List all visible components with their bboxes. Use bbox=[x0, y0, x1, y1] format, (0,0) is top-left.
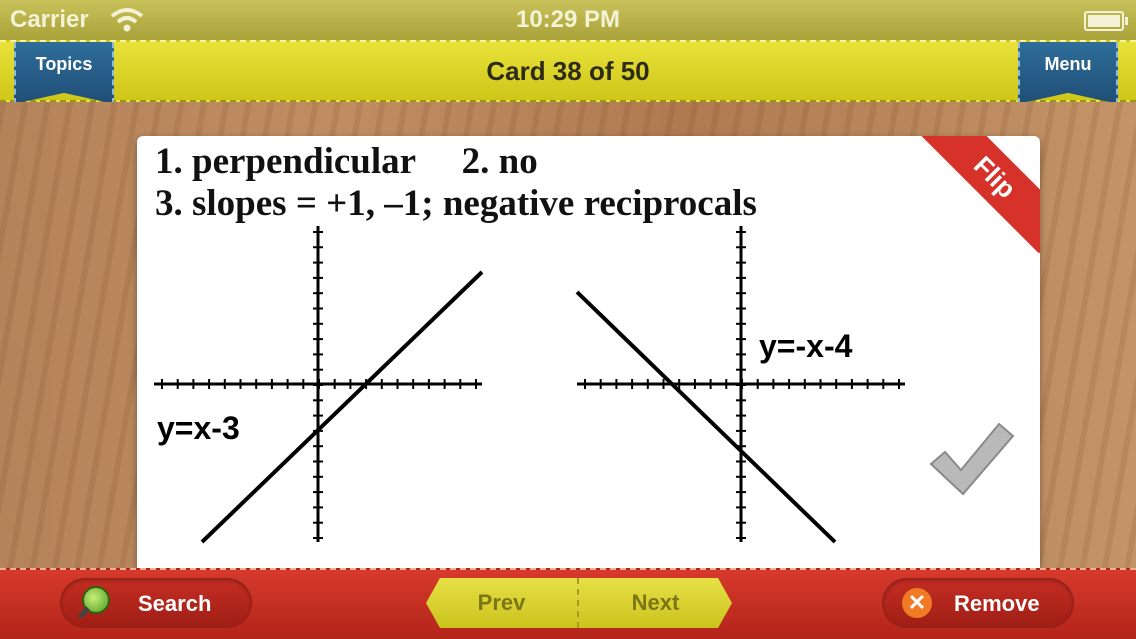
menu-button[interactable]: Menu bbox=[1018, 42, 1118, 104]
topics-button[interactable]: Topics bbox=[14, 42, 114, 104]
top-nav: Card 38 of 50 Topics Menu bbox=[0, 40, 1136, 104]
left-graph-label: y=x-3 bbox=[157, 410, 240, 446]
prev-button[interactable]: Prev bbox=[426, 578, 579, 628]
status-time: 10:29 PM bbox=[515, 6, 621, 33]
left-graph-line bbox=[200, 270, 484, 544]
search-button[interactable]: Search bbox=[60, 578, 252, 628]
search-label: Search bbox=[138, 591, 212, 616]
search-icon bbox=[82, 586, 110, 614]
next-button[interactable]: Next bbox=[579, 578, 732, 628]
battery-icon bbox=[1084, 11, 1128, 31]
right-graph bbox=[575, 226, 905, 544]
close-icon: ✕ bbox=[902, 588, 932, 618]
answer-line-2: 3. slopes = +1, –1; negative reciprocals bbox=[155, 183, 757, 224]
answer-line-1: 1. perpendicular 2. no bbox=[155, 141, 538, 182]
left-graph bbox=[154, 226, 484, 544]
flash-card[interactable]: 1. perpendicular 2. no 3. slopes = +1, –… bbox=[137, 136, 1040, 568]
pager: Prev Next bbox=[426, 578, 732, 628]
remove-label: Remove bbox=[954, 591, 1040, 616]
card-counter: Card 38 of 50 bbox=[486, 56, 650, 86]
bottom-toolbar: Search Prev Next ✕ Remove bbox=[0, 568, 1136, 639]
remove-button[interactable]: ✕ Remove bbox=[882, 578, 1074, 628]
right-graph-label: y=-x-4 bbox=[759, 328, 853, 364]
checkmark-icon[interactable] bbox=[923, 416, 1019, 502]
status-bar: Carrier 10:29 PM bbox=[0, 0, 1136, 40]
flip-button[interactable]: Flip bbox=[918, 136, 1040, 254]
